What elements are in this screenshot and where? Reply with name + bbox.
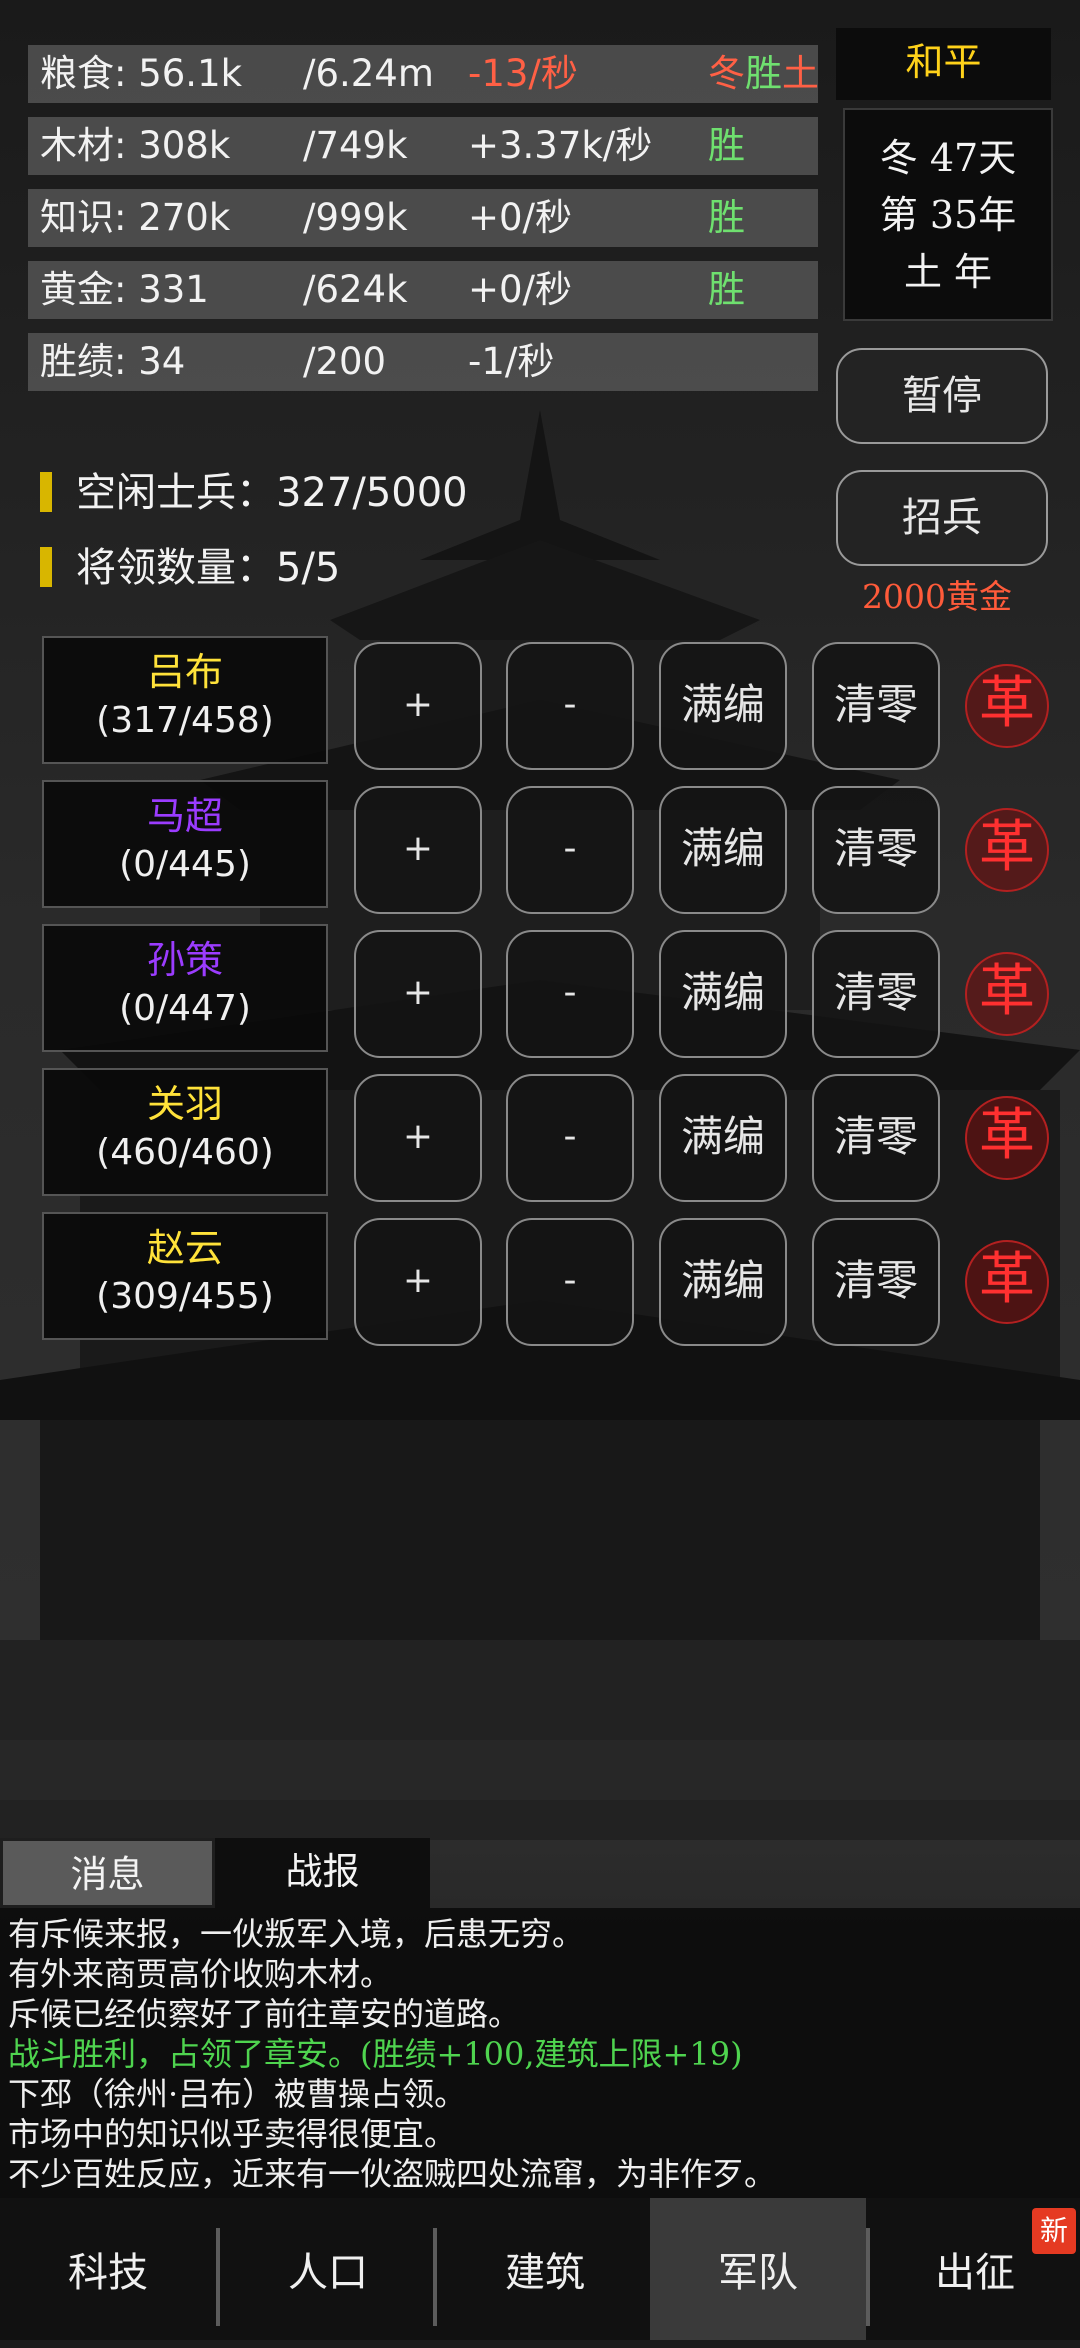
resource-status: 冬胜土	[708, 52, 819, 95]
add-troops-button[interactable]: +	[354, 642, 482, 770]
bottom-nav: 科技 人口 建筑 军队 出征	[0, 2198, 1080, 2340]
add-troops-button[interactable]: +	[354, 786, 482, 914]
diplomacy-state: 和平	[836, 28, 1051, 100]
resource-max: /749k	[303, 124, 408, 167]
general-name-box[interactable]: 孙策 (0/447)	[42, 924, 328, 1052]
dismiss-general-button[interactable]: 革	[965, 808, 1049, 892]
resource-row-gold: 黄金: 331 /624k +0/秒 胜	[28, 261, 818, 319]
tab-messages[interactable]: 消息	[0, 1838, 215, 1908]
dismiss-general-button[interactable]: 革	[965, 952, 1049, 1036]
nav-population[interactable]: 人口	[220, 2198, 436, 2340]
new-badge: 新	[1032, 2208, 1076, 2254]
resource-rate: +0/秒	[468, 196, 573, 239]
resource-max: /999k	[303, 196, 408, 239]
resource-status: 胜	[708, 196, 745, 239]
fill-troops-button[interactable]: 满编	[659, 930, 787, 1058]
resource-name: 粮食: 56.1k	[40, 52, 243, 95]
remove-troops-button[interactable]: -	[506, 930, 634, 1058]
resource-max: /200	[303, 340, 387, 383]
nav-buildings[interactable]: 建筑	[437, 2198, 653, 2340]
date-year: 第 35年	[879, 193, 1017, 237]
general-troops: (0/447)	[119, 988, 251, 1029]
clear-troops-button[interactable]: 清零	[812, 642, 940, 770]
remove-troops-button[interactable]: -	[506, 642, 634, 770]
general-name-box[interactable]: 关羽 (460/460)	[42, 1068, 328, 1196]
add-troops-button[interactable]: +	[354, 930, 482, 1058]
generals-count: 将领数量：5/5	[40, 535, 340, 593]
date-season-day: 冬 47天	[879, 136, 1017, 180]
general-troops: (317/458)	[96, 700, 274, 741]
bullet-marker	[40, 547, 52, 587]
resource-name: 知识: 270k	[40, 196, 231, 239]
clear-troops-button[interactable]: 清零	[812, 1218, 940, 1346]
resource-rate: +3.37k/秒	[468, 124, 653, 167]
dismiss-general-button[interactable]: 革	[965, 1096, 1049, 1180]
clear-troops-button[interactable]: 清零	[812, 786, 940, 914]
resource-status: 胜	[708, 268, 745, 311]
resource-row-food: 粮食: 56.1k /6.24m -13/秒 冬胜土	[28, 45, 819, 103]
message-line: 有外来商贾高价收购木材。	[8, 1955, 393, 1993]
resource-max: /6.24m	[303, 52, 434, 95]
resource-row-victories: 胜绩: 34 /200 -1/秒	[28, 333, 818, 391]
resource-max: /624k	[303, 268, 408, 311]
general-name: 孙策	[146, 938, 223, 982]
dismiss-general-button[interactable]: 革	[965, 1240, 1049, 1324]
clear-troops-button[interactable]: 清零	[812, 1074, 940, 1202]
recruit-cost: 2000黄金	[862, 577, 1012, 616]
remove-troops-button[interactable]: -	[506, 786, 634, 914]
resource-rate: +0/秒	[468, 268, 573, 311]
general-name-box[interactable]: 赵云 (309/455)	[42, 1212, 328, 1340]
resource-row-wood: 木材: 308k /749k +3.37k/秒 胜	[28, 117, 818, 175]
remove-troops-button[interactable]: -	[506, 1074, 634, 1202]
idle-soldiers: 空闲士兵：327/5000	[40, 460, 468, 518]
resource-status: 胜	[708, 124, 745, 167]
general-troops: (309/455)	[96, 1276, 274, 1317]
fill-troops-button[interactable]: 满编	[659, 1074, 787, 1202]
message-line: 战斗胜利，占领了章安。(胜绩+100,建筑上限+19)	[8, 2035, 743, 2073]
add-troops-button[interactable]: +	[354, 1074, 482, 1202]
idle-soldiers-text: 空闲士兵：327/5000	[76, 470, 468, 516]
date-element-year: 土 年	[903, 250, 993, 294]
clear-troops-button[interactable]: 清零	[812, 930, 940, 1058]
general-troops: (460/460)	[96, 1132, 274, 1173]
recruit-button[interactable]: 招兵	[836, 470, 1048, 566]
fill-troops-button[interactable]: 满编	[659, 1218, 787, 1346]
resource-name: 胜绩: 34	[40, 340, 186, 383]
fill-troops-button[interactable]: 满编	[659, 786, 787, 914]
general-name-box[interactable]: 吕布 (317/458)	[42, 636, 328, 764]
message-log: 有斥候来报，一伙叛军入境，后患无穷。 有外来商贾高价收购木材。 斥候已经侦察好了…	[0, 1908, 1080, 2198]
tab-reports[interactable]: 战报	[215, 1838, 430, 1908]
message-line: 市场中的知识似乎卖得很便宜。	[8, 2115, 457, 2153]
general-name: 吕布	[146, 650, 223, 694]
general-name: 关羽	[146, 1082, 223, 1126]
dismiss-general-button[interactable]: 革	[965, 664, 1049, 748]
fill-troops-button[interactable]: 满编	[659, 642, 787, 770]
general-name: 马超	[146, 794, 223, 838]
resource-name: 木材: 308k	[40, 124, 231, 167]
bullet-marker	[40, 472, 52, 512]
nav-army[interactable]: 军队	[650, 2198, 866, 2340]
message-line: 不少百姓反应，近来有一伙盗贼四处流窜，为非作歹。	[8, 2155, 777, 2193]
general-troops: (0/445)	[119, 844, 251, 885]
general-name-box[interactable]: 马超 (0/445)	[42, 780, 328, 908]
remove-troops-button[interactable]: -	[506, 1218, 634, 1346]
message-line: 有斥候来报，一伙叛军入境，后患无穷。	[8, 1915, 585, 1953]
add-troops-button[interactable]: +	[354, 1218, 482, 1346]
message-line: 下邳（徐州·吕布）被曹操占领。	[8, 2075, 467, 2113]
general-name: 赵云	[146, 1226, 223, 1270]
resource-rate: -13/秒	[468, 52, 578, 95]
resource-rate: -1/秒	[468, 340, 555, 383]
resource-row-knowledge: 知识: 270k /999k +0/秒 胜	[28, 189, 818, 247]
message-line: 斥候已经侦察好了前往章安的道路。	[8, 1995, 521, 2033]
generals-count-text: 将领数量：5/5	[76, 545, 341, 591]
resource-name: 黄金: 331	[40, 268, 209, 311]
nav-tech[interactable]: 科技	[0, 2198, 216, 2340]
date-panel: 冬 47天 第 35年 土 年	[843, 108, 1053, 321]
pause-button[interactable]: 暂停	[836, 348, 1048, 444]
